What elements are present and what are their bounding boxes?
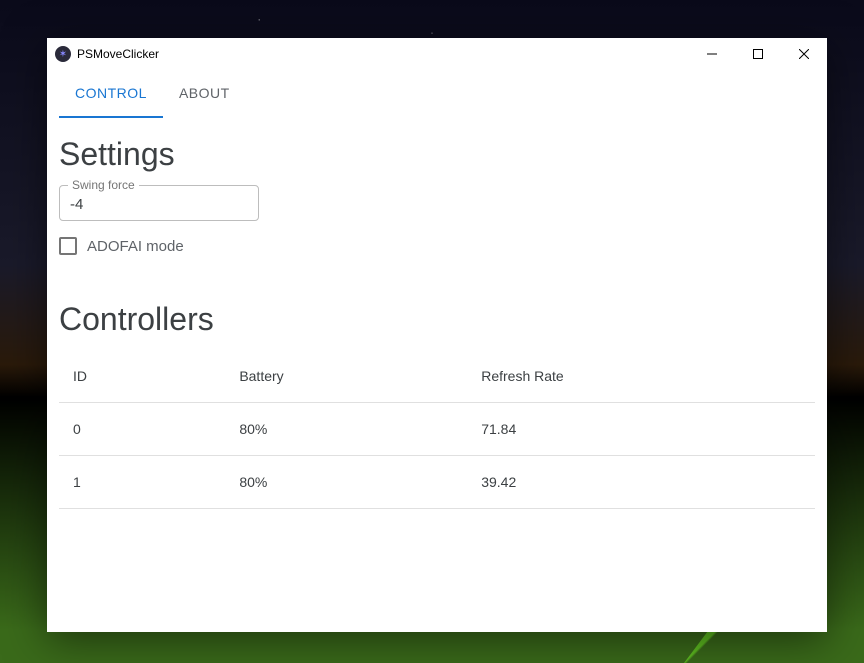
titlebar[interactable]: ✶ PSMoveClicker [47,38,827,70]
settings-heading: Settings [59,136,815,173]
cell-id: 1 [59,456,225,509]
cell-refresh: 39.42 [467,456,815,509]
adofai-label: ADOFAI mode [87,238,184,255]
cell-battery: 80% [225,456,467,509]
adofai-checkbox[interactable] [59,237,77,255]
maximize-button[interactable] [735,38,781,70]
tab-control[interactable]: CONTROL [59,70,163,118]
col-id: ID [59,350,225,403]
minimize-button[interactable] [689,38,735,70]
window-content: CONTROL ABOUT Settings Swing force ADOFA… [47,70,827,632]
controllers-table: ID Battery Refresh Rate 0 80% 71.84 1 80… [59,350,815,509]
tab-bar: CONTROL ABOUT [59,70,815,118]
window-title: PSMoveClicker [77,47,159,61]
table-row: 0 80% 71.84 [59,403,815,456]
table-header-row: ID Battery Refresh Rate [59,350,815,403]
swing-force-label: Swing force [68,178,139,192]
col-refresh: Refresh Rate [467,350,815,403]
window-controls [689,38,827,70]
tab-about[interactable]: ABOUT [163,70,246,118]
cell-refresh: 71.84 [467,403,815,456]
controllers-heading: Controllers [59,301,815,338]
close-button[interactable] [781,38,827,70]
cell-id: 0 [59,403,225,456]
app-window: ✶ PSMoveClicker CONTROL ABOUT Settings S… [47,38,827,632]
cell-battery: 80% [225,403,467,456]
swing-force-field[interactable]: Swing force [59,185,259,221]
app-icon: ✶ [55,46,71,62]
table-row: 1 80% 39.42 [59,456,815,509]
adofai-mode-row: ADOFAI mode [59,237,815,255]
swing-force-input[interactable] [70,196,248,213]
col-battery: Battery [225,350,467,403]
